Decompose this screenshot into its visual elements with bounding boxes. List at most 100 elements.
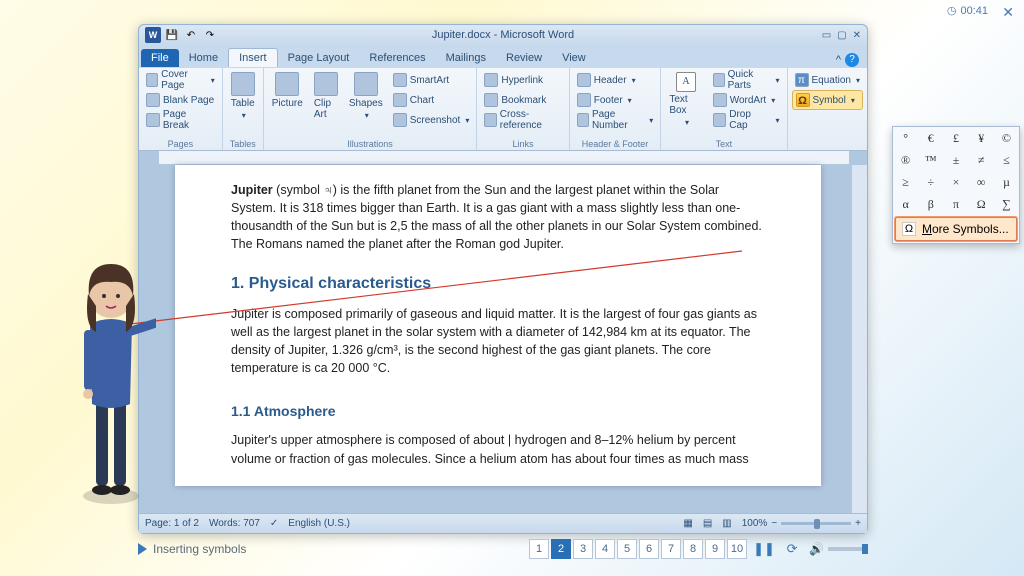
group-links-label: Links <box>481 139 564 149</box>
symbol-cell[interactable]: ≤ <box>994 149 1019 171</box>
pager-page[interactable]: 5 <box>617 539 637 559</box>
status-page[interactable]: Page: 1 of 2 <box>145 518 199 529</box>
view-reading-icon[interactable]: ▤ <box>703 518 712 529</box>
minimize-icon[interactable]: ▭ <box>822 30 831 41</box>
symbol-cell[interactable]: β <box>918 193 943 215</box>
screenshot-button[interactable]: Screenshot▾ <box>390 110 473 130</box>
status-bar: Page: 1 of 2 Words: 707 ✓ English (U.S.)… <box>139 513 867 533</box>
symbol-cell[interactable]: α <box>893 193 918 215</box>
pager-page[interactable]: 2 <box>551 539 571 559</box>
document-area: Jupiter (symbol ♃) is the fifth planet f… <box>139 151 867 513</box>
volume-icon[interactable]: 🔊 <box>809 542 824 556</box>
group-text: AText Box▾ Quick Parts▾ WordArt▾ Drop Ca… <box>661 68 787 150</box>
symbol-cell[interactable]: ≥ <box>893 171 918 193</box>
tab-insert[interactable]: Insert <box>228 48 278 67</box>
tab-review[interactable]: Review <box>496 49 552 67</box>
tab-references[interactable]: References <box>359 49 435 67</box>
word-window: W 💾 ↶ ↷ Jupiter.docx - Microsoft Word ▭ … <box>138 24 868 534</box>
volume-slider[interactable] <box>828 547 868 551</box>
window-controls: ▭ ▢ ✕ <box>822 30 861 41</box>
status-words[interactable]: Words: 707 <box>209 518 260 529</box>
maximize-icon[interactable]: ▢ <box>837 30 846 41</box>
symbol-cell[interactable]: π <box>943 193 968 215</box>
avatar <box>66 246 156 506</box>
symbol-cell[interactable]: µ <box>994 171 1019 193</box>
textbox-button[interactable]: AText Box▾ <box>665 70 706 139</box>
equation-button[interactable]: πEquation▾ <box>792 70 864 90</box>
zoom-slider[interactable] <box>781 522 851 525</box>
symbol-cell[interactable]: ° <box>893 127 918 149</box>
tab-page-layout[interactable]: Page Layout <box>278 49 360 67</box>
crossref-button[interactable]: Cross-reference <box>481 110 564 130</box>
picture-button[interactable]: Picture <box>268 70 307 139</box>
symbol-cell[interactable]: € <box>918 127 943 149</box>
zoom-out-icon[interactable]: − <box>771 518 777 529</box>
window-title: Jupiter.docx - Microsoft Word <box>139 29 867 41</box>
symbol-cell[interactable]: ∞ <box>969 171 994 193</box>
symbol-cell[interactable]: ∑ <box>994 193 1019 215</box>
symbol-cell[interactable]: ≠ <box>969 149 994 171</box>
pause-button[interactable]: ❚❚ <box>753 539 775 559</box>
refresh-button[interactable]: ⟳ <box>781 539 803 559</box>
footer-button[interactable]: Footer▾ <box>574 90 657 110</box>
more-symbols-button[interactable]: Ω More Symbols... <box>895 217 1017 241</box>
wordart-button[interactable]: WordArt▾ <box>710 90 783 110</box>
close-icon[interactable]: ✕ <box>853 30 861 41</box>
symbol-cell[interactable]: × <box>943 171 968 193</box>
pager-page[interactable]: 10 <box>727 539 747 559</box>
dropcap-button[interactable]: Drop Cap▾ <box>710 110 783 130</box>
ribbon: Cover Page▾ Blank Page Page Break Pages … <box>139 67 867 151</box>
pager-page[interactable]: 6 <box>639 539 659 559</box>
vertical-scrollbar[interactable] <box>851 165 867 513</box>
status-proofing-icon[interactable]: ✓ <box>270 518 278 529</box>
symbol-cell[interactable]: ¥ <box>969 127 994 149</box>
chart-button[interactable]: Chart <box>390 90 473 110</box>
symbol-cell[interactable]: © <box>994 127 1019 149</box>
status-language[interactable]: English (U.S.) <box>288 518 350 529</box>
tab-file[interactable]: File <box>141 49 179 67</box>
shapes-button[interactable]: Shapes▾ <box>345 70 387 139</box>
zoom-value[interactable]: 100% <box>742 518 768 529</box>
blank-page-button[interactable]: Blank Page <box>143 90 218 110</box>
pager-page[interactable]: 1 <box>529 539 549 559</box>
pager-page[interactable]: 3 <box>573 539 593 559</box>
group-tables-label: Tables <box>227 139 259 149</box>
pager-page[interactable]: 8 <box>683 539 703 559</box>
quickparts-button[interactable]: Quick Parts▾ <box>710 70 783 90</box>
symbol-cell[interactable]: ™ <box>918 149 943 171</box>
tab-mailings[interactable]: Mailings <box>436 49 496 67</box>
symbol-cell[interactable]: ± <box>943 149 968 171</box>
zoom-in-icon[interactable]: + <box>855 518 861 529</box>
clipart-button[interactable]: Clip Art <box>310 70 342 139</box>
hyperlink-button[interactable]: Hyperlink <box>481 70 564 90</box>
view-print-layout-icon[interactable]: ▦ <box>683 518 692 529</box>
page-break-button[interactable]: Page Break <box>143 110 218 130</box>
group-links: Hyperlink Bookmark Cross-reference Links <box>477 68 569 150</box>
close-session-icon[interactable]: ✕ <box>1002 4 1014 21</box>
symbol-cell[interactable]: ÷ <box>918 171 943 193</box>
tab-view[interactable]: View <box>552 49 596 67</box>
tab-home[interactable]: Home <box>179 49 228 67</box>
document-page[interactable]: Jupiter (symbol ♃) is the fifth planet f… <box>175 165 821 486</box>
pager-page[interactable]: 7 <box>661 539 681 559</box>
doc-paragraph-1: Jupiter (symbol ♃) is the fifth planet f… <box>231 181 765 254</box>
group-text-label: Text <box>665 139 782 149</box>
group-pages-label: Pages <box>143 139 218 149</box>
table-button[interactable]: Table▾ <box>227 70 259 139</box>
smartart-button[interactable]: SmartArt <box>390 70 473 90</box>
header-button[interactable]: Header▾ <box>574 70 657 90</box>
symbol-cell[interactable]: Ω <box>969 193 994 215</box>
horizontal-ruler[interactable] <box>159 151 849 165</box>
cover-page-button[interactable]: Cover Page▾ <box>143 70 218 90</box>
group-symbols: πEquation▾ ΩSymbol▾ <box>788 68 868 150</box>
pager-page[interactable]: 9 <box>705 539 725 559</box>
pager-page[interactable]: 4 <box>595 539 615 559</box>
page-number-button[interactable]: Page Number▾ <box>574 110 657 130</box>
view-web-icon[interactable]: ▥ <box>722 518 731 529</box>
symbol-cell[interactable]: ® <box>893 149 918 171</box>
ribbon-collapse-icon[interactable]: ^ <box>836 54 841 66</box>
symbol-button[interactable]: ΩSymbol▾ <box>792 90 864 110</box>
symbol-cell[interactable]: £ <box>943 127 968 149</box>
bookmark-button[interactable]: Bookmark <box>481 90 564 110</box>
help-icon[interactable]: ? <box>845 53 859 67</box>
